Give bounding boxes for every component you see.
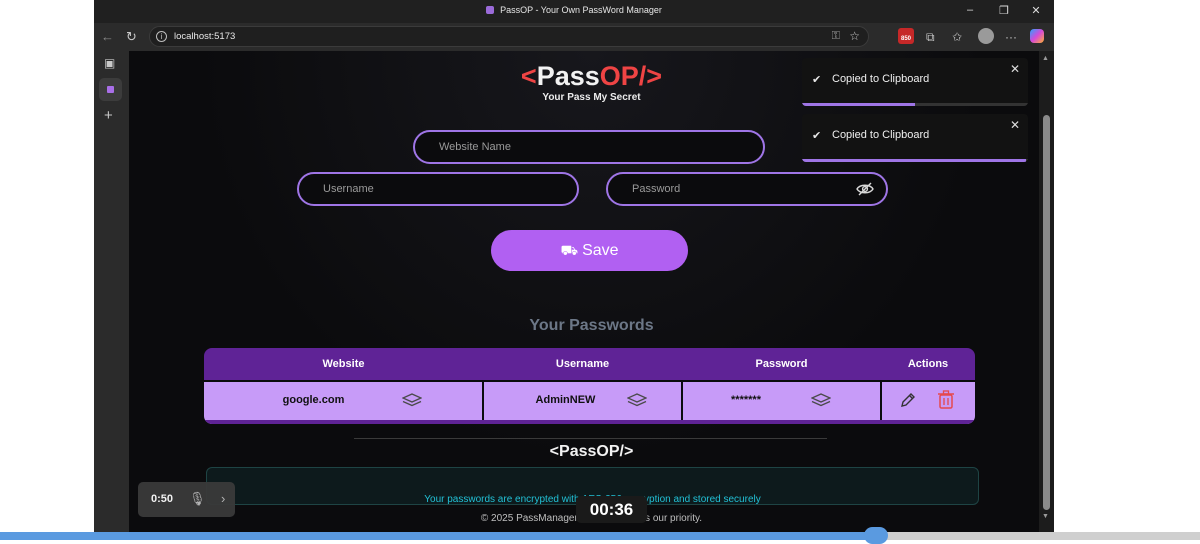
passwords-table: Website Username Password Actions google… <box>204 348 975 424</box>
copy-website-icon[interactable] <box>402 392 422 408</box>
window-title: PassOP - Your Own PassWord Manager <box>94 5 1054 15</box>
title-bar: PassOP - Your Own PassWord Manager – ❐ ✕ <box>94 0 1054 23</box>
scrollbar-thumb[interactable] <box>1043 115 1050 510</box>
more-menu-icon[interactable]: ··· <box>1005 30 1017 44</box>
cell-username: AdminNEW <box>535 394 596 406</box>
table-header: Website Username Password Actions <box>204 348 975 380</box>
table-row: google.com AdminNEW ******* <box>204 380 975 424</box>
vertical-tabs-sidebar: ▣ + <box>94 51 129 532</box>
active-tab[interactable] <box>99 78 122 101</box>
mic-off-icon[interactable]: 🎙︎ <box>189 491 206 507</box>
close-window-button[interactable]: ✕ <box>1026 4 1046 17</box>
video-progress-bar[interactable] <box>0 527 1200 544</box>
cell-password: ******* <box>731 394 761 406</box>
toast-message: Copied to Clipboard <box>832 73 930 85</box>
refresh-icon[interactable]: ↻ <box>126 29 137 45</box>
username-input[interactable]: Username <box>297 172 579 206</box>
header-password: Password <box>755 358 808 370</box>
check-icon: ✔ <box>812 74 822 86</box>
page-scrollbar[interactable]: ▲ ▼ <box>1039 51 1054 532</box>
video-elapsed: 0:50 <box>151 493 174 505</box>
favorite-star-icon[interactable]: ☆ <box>849 29 860 43</box>
tab-actions-icon[interactable]: ▣ <box>104 56 115 70</box>
toast-message: Copied to Clipboard <box>832 129 930 141</box>
app-tab-icon <box>486 6 495 14</box>
header-username: Username <box>555 358 610 370</box>
video-progress-fill <box>0 532 876 540</box>
address-bar[interactable]: i localhost:5173 ⚿ ☆ <box>149 26 869 47</box>
app-tab-icon <box>107 86 114 93</box>
chevron-right-icon[interactable]: › <box>221 491 225 506</box>
video-controls: 0:50 🎙︎ › <box>138 482 235 517</box>
copy-username-icon[interactable] <box>627 392 647 408</box>
toast-close-icon[interactable]: ✕ <box>1010 118 1020 132</box>
password-input[interactable]: Password <box>606 172 888 206</box>
header-website: Website <box>322 358 365 370</box>
divider <box>354 438 827 439</box>
eye-off-icon[interactable] <box>856 181 874 197</box>
back-icon[interactable]: ← <box>101 29 114 44</box>
site-info-icon[interactable]: i <box>156 31 167 42</box>
edit-icon[interactable] <box>899 391 917 409</box>
key-icon[interactable]: ⚿ <box>832 30 840 43</box>
video-progress-handle[interactable] <box>864 527 888 544</box>
profile-avatar[interactable] <box>978 28 994 44</box>
video-clock: 00:36 <box>576 496 647 523</box>
save-button[interactable]: ⛟ Save <box>491 230 688 271</box>
header-actions: Actions <box>907 358 949 370</box>
address-url: localhost:5173 <box>174 31 236 42</box>
minimize-button[interactable]: – <box>960 4 980 16</box>
cell-website: google.com <box>282 394 345 406</box>
footer-logo: <PassOP/> <box>549 443 634 460</box>
toast-notification: ✔ Copied to Clipboard ✕ <box>802 58 1028 106</box>
web-page: <PassOP/> Your Pass My Secret Website Na… <box>129 51 1054 532</box>
favorites-icon[interactable]: ✩ <box>952 30 962 44</box>
new-tab-icon[interactable]: + <box>104 107 113 124</box>
check-icon: ✔ <box>812 130 822 142</box>
extensions-icon[interactable]: ⧉ <box>926 30 935 45</box>
copilot-icon[interactable] <box>1030 29 1044 43</box>
toast-close-icon[interactable]: ✕ <box>1010 62 1020 76</box>
scroll-down-icon[interactable]: ▼ <box>1042 513 1049 520</box>
scroll-up-icon[interactable]: ▲ <box>1042 55 1049 62</box>
toast-progress <box>802 103 915 106</box>
toast-notification: ✔ Copied to Clipboard ✕ <box>802 114 1028 162</box>
screen: PassOP - Your Own PassWord Manager – ❐ ✕… <box>0 0 1200 544</box>
website-input[interactable]: Website Name <box>413 130 765 164</box>
browser-toolbar: ← ↻ i localhost:5173 ⚿ ☆ 850 ⧉ ✩ ··· <box>94 23 1054 51</box>
restore-button[interactable]: ❐ <box>994 4 1014 17</box>
toast-progress <box>802 159 1026 162</box>
browser-window: PassOP - Your Own PassWord Manager – ❐ ✕… <box>94 0 1054 532</box>
extension-badge-icon[interactable]: 850 <box>898 28 914 44</box>
copy-password-icon[interactable] <box>811 392 831 408</box>
save-icon: ⛟ <box>560 242 579 258</box>
delete-icon[interactable] <box>937 390 955 410</box>
passwords-heading: Your Passwords <box>529 317 654 334</box>
